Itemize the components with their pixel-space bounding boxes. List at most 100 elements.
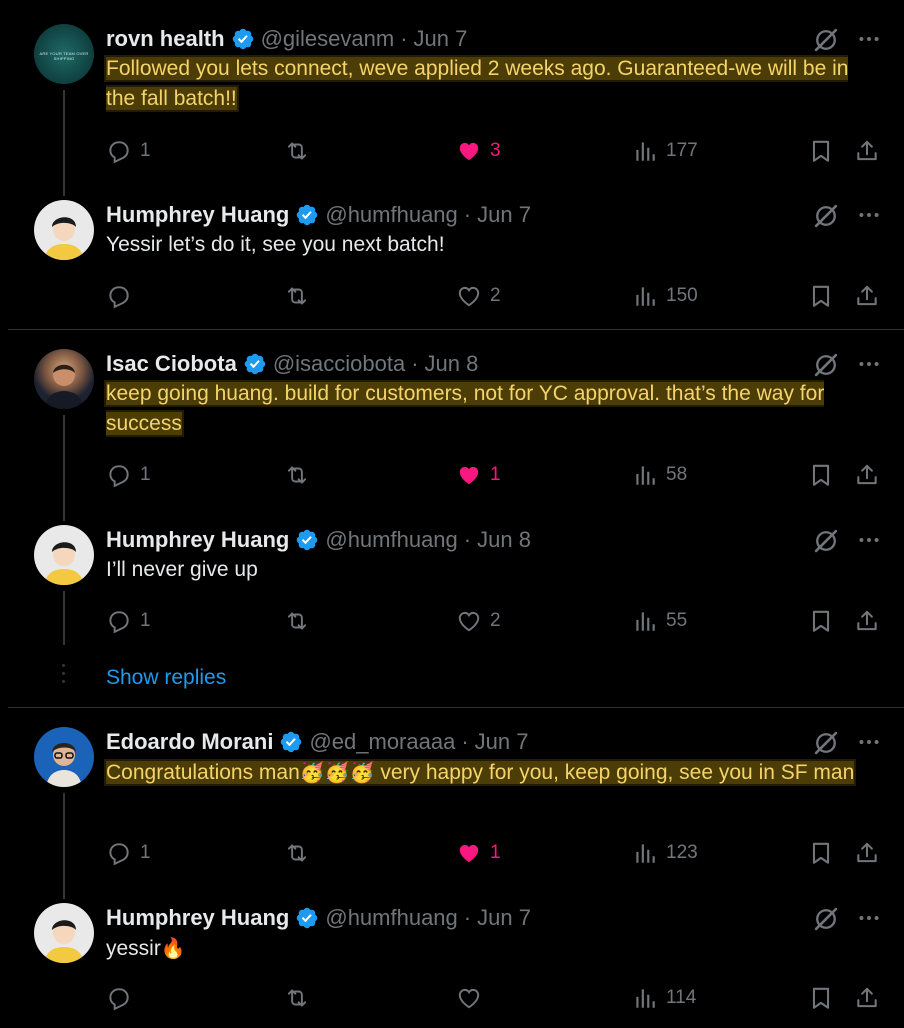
thread-line bbox=[63, 591, 65, 645]
retweet-button[interactable] bbox=[284, 606, 310, 636]
avatar-logo-text: ARE YOUR TEAM OVER SHIPPING bbox=[39, 51, 89, 61]
retweet-button[interactable] bbox=[284, 838, 310, 868]
post-date[interactable]: Jun 7 bbox=[475, 729, 529, 755]
handle[interactable]: @ed_moraaaa bbox=[309, 729, 455, 755]
grok-icon[interactable] bbox=[812, 729, 840, 757]
handle[interactable]: @humfhuang bbox=[325, 527, 457, 553]
text-part: very happy for you, keep going, see you … bbox=[374, 761, 855, 784]
views-button[interactable]: 150 bbox=[632, 281, 698, 311]
handle[interactable]: @humfhuang bbox=[325, 202, 457, 228]
tweet-text: keep going huang. build for customers, n… bbox=[106, 379, 876, 439]
handle[interactable]: @isacciobota bbox=[273, 351, 405, 377]
view-count: 150 bbox=[666, 285, 698, 306]
post-date[interactable]: Jun 7 bbox=[477, 202, 531, 228]
text-part: Congratulations man bbox=[106, 761, 300, 784]
like-button[interactable]: 2 bbox=[456, 606, 501, 636]
more-icon[interactable] bbox=[856, 905, 882, 931]
views-button[interactable]: 58 bbox=[632, 460, 687, 490]
bookmark-button[interactable] bbox=[808, 136, 834, 166]
bookmark-icon bbox=[808, 985, 834, 1011]
like-button[interactable]: 1 bbox=[456, 460, 501, 490]
avatar[interactable] bbox=[34, 349, 94, 409]
reply-button[interactable]: 1 bbox=[106, 460, 151, 490]
like-button[interactable] bbox=[456, 983, 482, 1013]
grok-icon[interactable] bbox=[812, 26, 840, 54]
share-button[interactable] bbox=[854, 281, 880, 311]
post-date[interactable]: Jun 7 bbox=[414, 26, 468, 52]
retweet-button[interactable] bbox=[284, 281, 310, 311]
tweet-header: Humphrey Huang @humfhuang · Jun 7 bbox=[106, 200, 531, 230]
display-name[interactable]: Humphrey Huang bbox=[106, 527, 289, 553]
tweet-text: yessir🔥 bbox=[106, 933, 876, 964]
handle[interactable]: @humfhuang bbox=[325, 905, 457, 931]
share-button[interactable] bbox=[854, 606, 880, 636]
like-count: 2 bbox=[490, 285, 501, 306]
views-button[interactable]: 114 bbox=[632, 983, 696, 1013]
avatar[interactable]: ARE YOUR TEAM OVER SHIPPING bbox=[34, 24, 94, 84]
bookmark-button[interactable] bbox=[808, 281, 834, 311]
more-icon[interactable] bbox=[856, 202, 882, 228]
text-part: yessir bbox=[106, 937, 161, 960]
views-button[interactable]: 177 bbox=[632, 136, 698, 166]
views-button[interactable]: 55 bbox=[632, 606, 687, 636]
display-name[interactable]: rovn health bbox=[106, 26, 225, 52]
avatar[interactable] bbox=[34, 903, 94, 963]
like-button[interactable]: 2 bbox=[456, 281, 501, 311]
retweet-button[interactable] bbox=[284, 460, 310, 490]
display-name[interactable]: Humphrey Huang bbox=[106, 905, 289, 931]
views-icon bbox=[632, 283, 658, 309]
more-icon[interactable] bbox=[856, 729, 882, 755]
grok-icon[interactable] bbox=[812, 202, 840, 230]
reply-button[interactable]: 1 bbox=[106, 606, 151, 636]
share-button[interactable] bbox=[854, 460, 880, 490]
heart-icon bbox=[456, 283, 482, 309]
more-icon[interactable] bbox=[856, 26, 882, 52]
reply-count: 1 bbox=[140, 140, 151, 161]
bookmark-button[interactable] bbox=[808, 983, 834, 1013]
avatar[interactable] bbox=[34, 200, 94, 260]
post-date[interactable]: Jun 8 bbox=[477, 527, 531, 553]
retweet-button[interactable] bbox=[284, 983, 310, 1013]
avatar[interactable] bbox=[34, 525, 94, 585]
share-button[interactable] bbox=[854, 983, 880, 1013]
highlighted-text: Followed you lets connect, weve applied … bbox=[106, 57, 849, 110]
post-date[interactable]: Jun 7 bbox=[477, 905, 531, 931]
show-replies-link[interactable]: Show replies bbox=[106, 666, 226, 690]
grok-icon[interactable] bbox=[812, 527, 840, 555]
more-icon[interactable] bbox=[856, 351, 882, 377]
avatar-illustration bbox=[44, 217, 84, 260]
post-date[interactable]: Jun 8 bbox=[425, 351, 479, 377]
display-name[interactable]: Isac Ciobota bbox=[106, 351, 237, 377]
grok-icon[interactable] bbox=[812, 905, 840, 933]
view-count: 55 bbox=[666, 610, 688, 631]
display-name[interactable]: Edoardo Morani bbox=[106, 729, 273, 755]
reply-button[interactable] bbox=[106, 281, 132, 311]
reply-button[interactable]: 1 bbox=[106, 838, 151, 868]
grok-icon[interactable] bbox=[812, 351, 840, 379]
verified-badge-icon bbox=[295, 906, 319, 930]
views-button[interactable]: 123 bbox=[632, 838, 698, 868]
like-button[interactable]: 1 bbox=[456, 838, 501, 868]
tweet-header: rovn health @gilesevanm · Jun 7 bbox=[106, 24, 467, 54]
reply-icon bbox=[106, 138, 132, 164]
retweet-button[interactable] bbox=[284, 136, 310, 166]
thread-line bbox=[63, 793, 65, 899]
partying-face-emoji: 🥳🥳🥳 bbox=[299, 760, 375, 784]
reply-count: 1 bbox=[140, 464, 151, 485]
reply-button[interactable]: 1 bbox=[106, 136, 151, 166]
avatar[interactable] bbox=[34, 727, 94, 787]
share-button[interactable] bbox=[854, 136, 880, 166]
like-button[interactable]: 3 bbox=[456, 136, 501, 166]
verified-badge-icon bbox=[279, 730, 303, 754]
action-bar: 2 150 bbox=[106, 281, 886, 311]
tweet-text: I’ll never give up bbox=[106, 558, 258, 581]
reply-button[interactable] bbox=[106, 983, 132, 1013]
bookmark-button[interactable] bbox=[808, 460, 834, 490]
more-icon[interactable] bbox=[856, 527, 882, 553]
display-name[interactable]: Humphrey Huang bbox=[106, 202, 289, 228]
bookmark-button[interactable] bbox=[808, 838, 834, 868]
view-count: 58 bbox=[666, 464, 688, 485]
bookmark-button[interactable] bbox=[808, 606, 834, 636]
share-button[interactable] bbox=[854, 838, 880, 868]
handle[interactable]: @gilesevanm bbox=[261, 26, 395, 52]
